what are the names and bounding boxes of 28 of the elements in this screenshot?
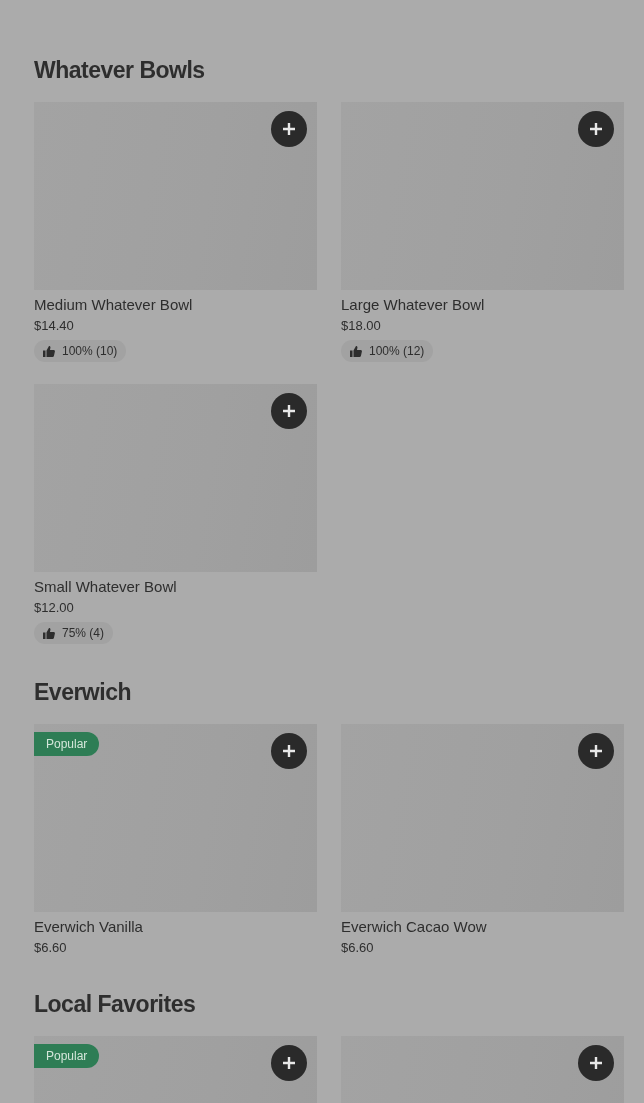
item-price: $6.60 (34, 940, 68, 956)
plus-icon (589, 744, 603, 758)
section-heading: Local Favorites (34, 990, 197, 1018)
plus-icon (282, 1056, 296, 1070)
plus-icon (282, 122, 296, 136)
popular-badge: Popular (34, 1044, 100, 1068)
item-price: $12.00 (34, 600, 75, 616)
section-heading: Whatever Bowls (34, 56, 206, 84)
plus-icon (589, 1056, 603, 1070)
section-heading: Everwich (34, 678, 132, 706)
item-name: Small Whatever Bowl (34, 577, 178, 597)
thumbs-up-icon (43, 627, 55, 639)
thumbs-up-icon (350, 345, 362, 357)
plus-icon (589, 122, 603, 136)
rating-text: 75% (4) (62, 626, 105, 640)
item-price: $14.40 (34, 318, 75, 334)
item-name: Everwich Vanilla (34, 917, 144, 937)
rating-text: 100% (10) (62, 344, 118, 358)
item-price: $18.00 (341, 318, 382, 334)
rating-text: 100% (12) (369, 344, 425, 358)
item-name: Medium Whatever Bowl (34, 295, 194, 315)
popular-badge: Popular (34, 732, 100, 756)
item-name: Everwich Cacao Wow (341, 917, 488, 937)
item-price: $6.60 (341, 940, 375, 956)
item-name: Large Whatever Bowl (341, 295, 486, 315)
plus-icon (282, 744, 296, 758)
plus-icon (282, 404, 296, 418)
thumbs-up-icon (43, 345, 55, 357)
